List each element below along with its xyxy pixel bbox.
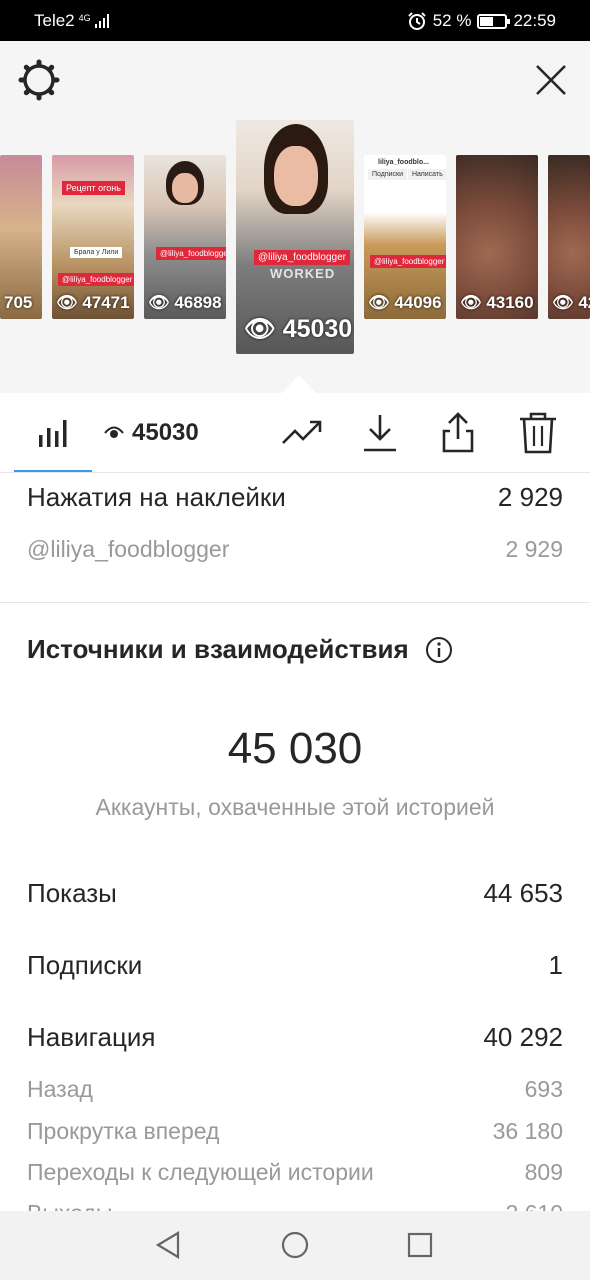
reach-label: Аккаунты, охваченные этой историей	[95, 794, 495, 820]
views-count: 45030	[104, 419, 199, 447]
carrier-name: Tele2	[34, 11, 75, 30]
views-value: 45030	[132, 419, 199, 446]
message-chip: Написать	[408, 169, 446, 180]
system-nav-bar	[0, 1211, 590, 1280]
navigation-value: 40 292	[483, 1022, 563, 1052]
home-circle-icon[interactable]	[279, 1229, 311, 1261]
reach-value: 45 030	[227, 724, 363, 773]
thumbnail-views: 👁 47471	[56, 293, 130, 312]
status-right: 52 % 22:59	[407, 11, 556, 31]
trash-icon[interactable]	[516, 411, 560, 455]
thumbnail-views: 👁 44096	[368, 293, 442, 312]
story-thumbnail-selected[interactable]: WORKED @liliya_foodblogger 👁 45030	[236, 120, 354, 354]
story-toolbar: 45030	[0, 393, 590, 473]
thumbnail-views: 👁 45030	[244, 315, 353, 343]
account-name: liliya_foodblo...	[374, 157, 433, 168]
status-bar: Tele2 4G 52 % 22:59	[0, 0, 590, 41]
share-icon[interactable]	[436, 411, 480, 455]
follows-label: Подписки	[27, 950, 143, 980]
nav-back-value: 693	[524, 1076, 563, 1102]
impressions-row: Показы 44 653	[27, 878, 563, 909]
nav-forward-value: 36 180	[492, 1118, 563, 1144]
thumbnail-views: 705	[4, 293, 33, 312]
impressions-value: 44 653	[483, 878, 563, 908]
bar-chart-icon	[39, 420, 67, 447]
mention-sticker: @liliya_foodblogger	[254, 250, 350, 265]
sticker-taps-label: Нажатия на наклейки	[27, 482, 286, 512]
story-thumbnail[interactable]: liliya_foodblo... Подписки Написать @lil…	[364, 155, 446, 319]
nav-next-story-row: Переходы к следующей истории 809	[27, 1159, 563, 1186]
battery-icon	[477, 13, 511, 29]
network-type: 4G	[78, 12, 91, 23]
portrait-face	[172, 173, 198, 203]
nav-forward-row: Прокрутка вперед 36 180	[27, 1118, 563, 1145]
battery-level	[480, 16, 493, 26]
story-thumbnail[interactable]: Рецепт огонь Брала у Лили @liliya_foodbl…	[52, 155, 134, 319]
sticker-mention-label: @liliya_foodblogger	[27, 536, 230, 562]
trending-up-icon[interactable]	[280, 411, 324, 455]
impressions-label: Показы	[27, 878, 117, 908]
sources-title: Источники и взаимодействия	[27, 634, 409, 664]
sticker-taps-value: 2 929	[497, 482, 563, 512]
sticker-mention-value: 2 929	[505, 536, 563, 562]
story-thumbnail[interactable]: @liliya_foodblogger 👁 46898	[144, 155, 226, 319]
eye-icon	[104, 426, 124, 438]
nav-next-story-label: Переходы к следующей истории	[27, 1159, 374, 1185]
recents-square-icon[interactable]	[404, 1229, 436, 1261]
clock: 22:59	[513, 11, 556, 30]
nav-forward-label: Прокрутка вперед	[27, 1118, 220, 1144]
thumbnail-views: 👁 46898	[148, 293, 222, 312]
info-icon[interactable]	[425, 636, 453, 664]
battery-percent: 52 %	[432, 11, 472, 30]
section-divider	[0, 602, 590, 603]
story-thumbnail[interactable]: 👁 42	[548, 155, 590, 319]
mention-sticker: @liliya_foodblogger	[370, 255, 446, 268]
download-icon[interactable]	[358, 411, 402, 455]
settings-gear-icon[interactable]	[18, 59, 60, 101]
story-carousel-area: 705 Рецепт огонь Брала у Лили @liliya_fo…	[0, 41, 590, 393]
sticker-mention-row[interactable]: @liliya_foodblogger 2 929	[27, 536, 563, 563]
follows-row: Подписки 1	[27, 950, 563, 981]
thumbnail-views: 👁 42	[552, 293, 590, 312]
signal-icon	[94, 14, 109, 28]
navigation-label: Навигация	[27, 1022, 156, 1052]
portrait-face	[274, 146, 318, 206]
nav-back-row: Назад 693	[27, 1076, 563, 1103]
close-icon[interactable]	[534, 63, 568, 97]
story-thumbnail[interactable]: 👁 43160	[456, 155, 538, 319]
alarm-icon	[407, 12, 426, 30]
follow-chip: Подписки	[368, 169, 408, 180]
mention-sticker: @liliya_foodblogger	[58, 273, 134, 286]
story-thumbnails: 705 Рецепт огонь Брала у Лили @liliya_fo…	[0, 41, 590, 393]
stats-tab[interactable]	[14, 393, 92, 472]
nav-next-story-value: 809	[524, 1159, 563, 1185]
story-thumbnail[interactable]: 705	[0, 155, 42, 319]
caption-sticker: Рецепт огонь	[62, 181, 125, 195]
selected-pointer	[282, 375, 316, 393]
thumbnail-views: 👁 43160	[460, 293, 534, 312]
status-left: Tele2 4G	[34, 11, 111, 31]
mention-sticker: @liliya_foodblogger	[156, 247, 226, 260]
nav-back-label: Назад	[27, 1076, 93, 1102]
sources-section-title: Источники и взаимодействия	[27, 634, 453, 665]
shirt-print: WORKED	[270, 266, 336, 281]
note-sticker: Брала у Лили	[70, 247, 123, 258]
back-triangle-icon[interactable]	[152, 1229, 184, 1261]
navigation-row: Навигация 40 292	[27, 1022, 563, 1053]
sticker-taps-row: Нажатия на наклейки 2 929	[27, 482, 563, 513]
follows-value: 1	[548, 950, 563, 980]
